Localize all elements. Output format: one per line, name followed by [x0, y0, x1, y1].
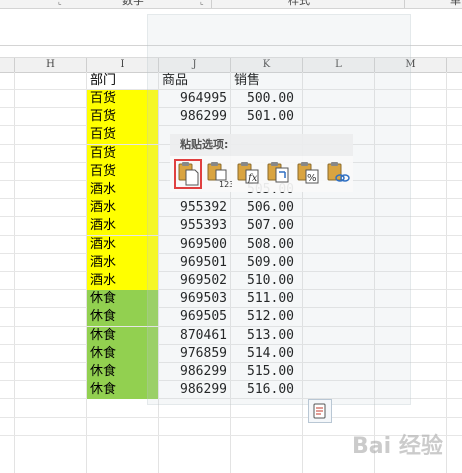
paste-formatting-label: %: [307, 173, 317, 184]
dialog-launcher-icon[interactable]: ⌞: [200, 0, 204, 6]
dialog-launcher-icon[interactable]: ⌞: [58, 0, 62, 6]
paste-keep-source-icon[interactable]: [174, 159, 202, 189]
baidu-jingyan-watermark: Bai 经验: [352, 434, 443, 459]
paste-options-title: 粘贴选项:: [170, 134, 353, 156]
paste-transpose-icon[interactable]: [266, 160, 292, 188]
paste-formulas-label: fx: [247, 173, 258, 184]
paste-options-icon-row: 123 fx %: [170, 156, 353, 192]
grid-line: [14, 72, 15, 473]
paste-options-popup: 粘贴选项: 123 fx %: [170, 134, 353, 192]
paste-formatting-icon[interactable]: %: [296, 160, 322, 188]
row-header-corner[interactable]: [0, 58, 15, 72]
paste-smart-tag-icon[interactable]: [308, 399, 332, 423]
grid-line: [0, 417, 462, 418]
grid-line: [446, 72, 447, 473]
paste-values-icon[interactable]: 123: [206, 160, 234, 189]
ribbon-separator: [404, 0, 405, 8]
paste-values-label: 123: [219, 180, 232, 188]
ribbon-group-cells: 单: [450, 0, 461, 7]
ribbon-bottom-strip: ⌞ 数字 ⌞ 样式 单: [0, 0, 462, 9]
paste-formulas-icon[interactable]: fx: [236, 160, 262, 188]
ribbon-separator: [211, 0, 212, 8]
paste-link-icon[interactable]: [326, 160, 352, 188]
ribbon-group-number: 数字: [122, 0, 144, 7]
copied-range-overlay: [147, 14, 411, 405]
ribbon-group-styles: 样式: [288, 0, 310, 7]
column-header-h[interactable]: H: [15, 58, 87, 72]
